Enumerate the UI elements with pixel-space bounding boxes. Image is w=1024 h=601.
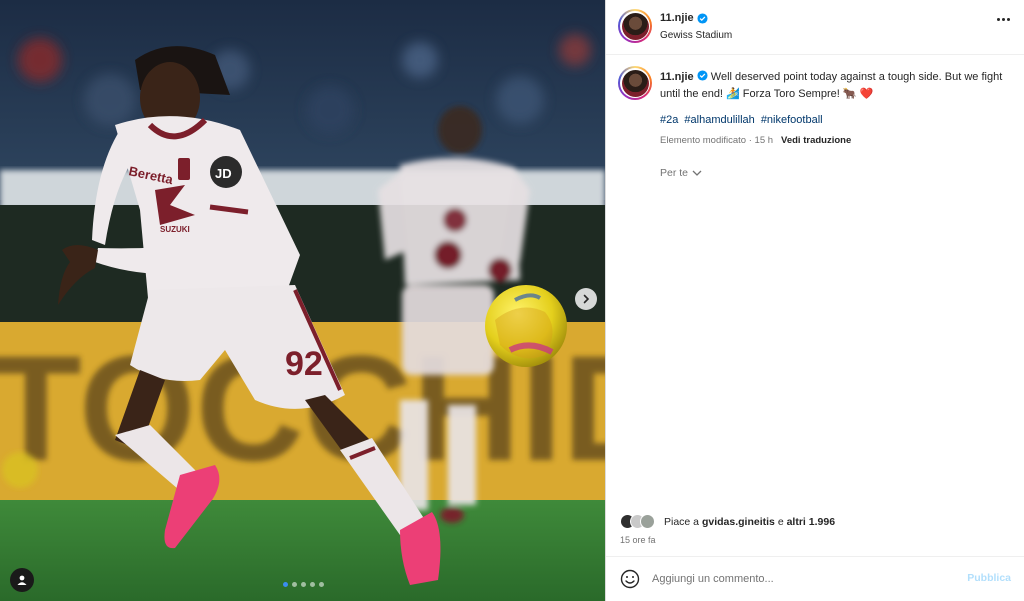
more-options-button[interactable] [997, 18, 1010, 21]
chevron-down-icon [692, 170, 702, 176]
verified-badge-icon [697, 12, 708, 24]
carousel-dot [310, 582, 315, 587]
author-avatar[interactable] [618, 9, 652, 43]
post-location[interactable]: Gewiss Stadium [660, 30, 732, 41]
author-username[interactable]: 11.njie [660, 12, 694, 24]
likes-connector: e [777, 516, 784, 528]
liker-avatars[interactable] [620, 514, 655, 529]
edited-info: Elemento modificato · 15 h [660, 135, 774, 146]
liker-avatar [640, 514, 655, 529]
avatar-image [621, 69, 649, 97]
likes-others-link[interactable]: altri 1.996 [787, 516, 835, 528]
caption-hashtags: #2a #alhamdulillah #nikefootball [660, 114, 826, 126]
hashtag-link[interactable]: #nikefootball [761, 114, 823, 126]
avatar-image [621, 12, 649, 40]
post-timestamp[interactable]: 15 ore fa [620, 535, 656, 545]
hashtag-link[interactable]: #alhamdulillah [684, 114, 754, 126]
caption-author-avatar[interactable] [618, 66, 652, 100]
caption-username[interactable]: 11.njie [660, 71, 694, 83]
user-tag-icon [17, 575, 27, 585]
emoji-smile-icon[interactable] [620, 569, 640, 589]
for-you-label: Per te [660, 167, 689, 179]
more-horizontal-icon [997, 18, 1000, 21]
sleeve-sponsor-text: SUZUKI [160, 225, 190, 234]
likes-prefix: Piace a [664, 516, 700, 528]
carousel-dot [283, 582, 288, 587]
carousel-dot [301, 582, 306, 587]
publish-button[interactable]: Pubblica [967, 572, 1011, 584]
author-username-row: 11.njie [660, 12, 708, 24]
edited-time: 15 h [754, 135, 774, 146]
carousel-next-button[interactable] [575, 288, 597, 310]
jd-badge-text: JD [215, 166, 232, 181]
more-dot [1002, 18, 1005, 21]
tagged-users-button[interactable] [10, 568, 34, 592]
see-translation-link[interactable]: Vedi traduzione [781, 135, 851, 146]
post-media[interactable]: TOCCHIDO Beretta [0, 0, 605, 601]
likes-first-user[interactable]: gvidas.gineitis [702, 516, 775, 528]
carousel-dot [292, 582, 297, 587]
comment-input[interactable] [652, 570, 952, 588]
edited-label: Elemento modificato [660, 135, 747, 146]
carousel-indicator [283, 582, 324, 587]
post-photo: TOCCHIDO Beretta [0, 0, 605, 601]
for-you-toggle[interactable]: Per te [660, 167, 702, 179]
verified-badge-icon [697, 70, 708, 81]
carousel-dot [319, 582, 324, 587]
likes-summary: Piace a gvidas.gineitis e altri 1.996 [664, 516, 835, 528]
avatar-inner [620, 11, 650, 41]
caption-text-block: 11.njie Well deserved point today agains… [660, 69, 1012, 103]
comment-bar: Pubblica [606, 556, 1024, 601]
avatar-inner [620, 68, 650, 98]
more-dot [1007, 18, 1010, 21]
post-details-panel: 11.njie Gewiss Stadium 11.njie Well dese… [605, 0, 1024, 601]
post-header: 11.njie Gewiss Stadium [606, 0, 1024, 55]
chevron-right-icon [583, 294, 590, 304]
hashtag-link[interactable]: #2a [660, 114, 678, 126]
caption-body: Well deserved point today against a toug… [660, 71, 1003, 100]
caption-meta: Elemento modificato · 15 h Vedi traduzio… [660, 135, 851, 146]
player-number-text: 92 [285, 345, 323, 383]
